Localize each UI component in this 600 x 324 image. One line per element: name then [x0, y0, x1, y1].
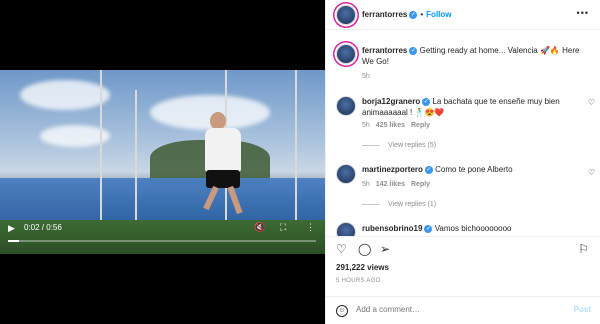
comment-time: 5h — [362, 122, 370, 129]
more-vertical-icon[interactable]: ⋮ — [306, 222, 315, 233]
caption: ferrantorres ✓ Getting ready at home... V… — [362, 45, 592, 67]
comment-likes[interactable]: 142 likes — [376, 181, 405, 188]
follow-button[interactable]: Follow — [426, 10, 451, 19]
reply-button[interactable]: Reply — [411, 181, 430, 188]
caption-avatar[interactable] — [336, 44, 356, 64]
view-replies-label: View replies (1) — [388, 201, 437, 208]
video-time: 0:02 / 0:56 — [24, 223, 62, 232]
floodlight-pole — [100, 70, 102, 220]
like-comment-icon[interactable]: ♡ — [588, 168, 595, 177]
comments-list[interactable]: ferrantorres ✓ Getting ready at home... V… — [326, 30, 600, 236]
comment-text: Como te pone Alberto — [435, 165, 513, 174]
comment: rubensobrino19 ✓ Vamos bichoooooooo — [362, 223, 580, 234]
verified-icon: ✓ — [422, 97, 431, 106]
floodlight-pole — [135, 90, 137, 220]
caption-username[interactable]: ferrantorres — [362, 46, 407, 55]
divider — [362, 203, 380, 205]
play-icon[interactable]: ▶ — [8, 223, 15, 234]
bookmark-icon[interactable]: ⚐ — [578, 242, 589, 256]
video-progress-fill — [8, 240, 20, 242]
share-icon[interactable]: ➢ — [380, 242, 390, 256]
caption-time: 5h — [362, 73, 370, 80]
comment: martinezportero ✓ Como te pone Alberto — [362, 164, 580, 175]
cloud — [20, 80, 110, 110]
player-shorts — [206, 170, 240, 188]
mute-icon[interactable]: 🔇 — [254, 222, 265, 233]
comment: borja12granero ✓ La bachata que te enseñe… — [362, 96, 580, 118]
video-progress-bar[interactable] — [8, 240, 316, 242]
comment-meta: 5h 142 likes Reply — [362, 181, 430, 188]
avatar[interactable] — [336, 5, 356, 25]
video-pane[interactable]: ▶ 0:02 / 0:56 🔇 ⛶ ⋮ — [0, 0, 325, 324]
comment-avatar[interactable] — [336, 222, 356, 236]
post-header: ferrantorres ✓ • Follow ••• — [326, 0, 600, 30]
verified-icon: ✓ — [409, 10, 418, 19]
comment-avatar[interactable] — [336, 96, 356, 116]
post-details-panel: ferrantorres ✓ • Follow ••• ferrantorres ✓ G… — [325, 0, 600, 324]
view-count[interactable]: 291,222 views — [336, 263, 389, 272]
view-replies-label: View replies (5) — [388, 142, 437, 149]
instagram-post-view: ▶ 0:02 / 0:56 🔇 ⛶ ⋮ ferrantorres ✓ • Follow… — [0, 0, 600, 324]
heart-icon[interactable]: ♡ — [336, 242, 347, 256]
post-button[interactable]: Post — [574, 305, 591, 314]
verified-icon: ✓ — [424, 224, 433, 233]
post-time: 5 HOURS AGO — [336, 278, 381, 284]
verified-icon: ✓ — [424, 165, 433, 174]
header-user-row: ferrantorres ✓ • Follow — [362, 10, 452, 19]
header-username[interactable]: ferrantorres — [362, 10, 407, 19]
comment-likes[interactable]: 425 likes — [376, 122, 405, 129]
comment-username[interactable]: borja12granero — [362, 97, 420, 106]
separator-dot: • — [420, 10, 424, 19]
comment-input[interactable] — [356, 305, 536, 314]
verified-icon: ✓ — [409, 46, 418, 55]
like-comment-icon[interactable]: ♡ — [588, 98, 595, 107]
player-shirt — [205, 128, 241, 173]
emoji-icon[interactable]: ☺ — [336, 305, 348, 317]
view-replies-button[interactable]: View replies (5) — [362, 142, 436, 149]
more-options-icon[interactable]: ••• — [577, 8, 589, 18]
comment-icon[interactable]: ◯ — [358, 242, 371, 256]
comment-text: Vamos bichoooooooo — [434, 224, 512, 233]
net-pole — [295, 70, 297, 220]
add-comment-bar: ☺ Post — [326, 296, 600, 324]
comment-meta: 5h 425 likes Reply — [362, 122, 430, 129]
post-actions: ♡ ◯ ➢ ⚐ — [326, 236, 600, 260]
comment-username[interactable]: rubensobrino19 — [362, 224, 422, 233]
comment-username[interactable]: martinezportero — [362, 165, 423, 174]
comment-avatar[interactable] — [336, 164, 356, 184]
reply-button[interactable]: Reply — [411, 122, 430, 129]
video-controls: ▶ 0:02 / 0:56 🔇 ⛶ ⋮ — [0, 218, 325, 254]
fullscreen-icon[interactable]: ⛶ — [280, 222, 286, 233]
divider — [362, 144, 380, 146]
view-replies-button[interactable]: View replies (1) — [362, 201, 436, 208]
comment-time: 5h — [362, 181, 370, 188]
